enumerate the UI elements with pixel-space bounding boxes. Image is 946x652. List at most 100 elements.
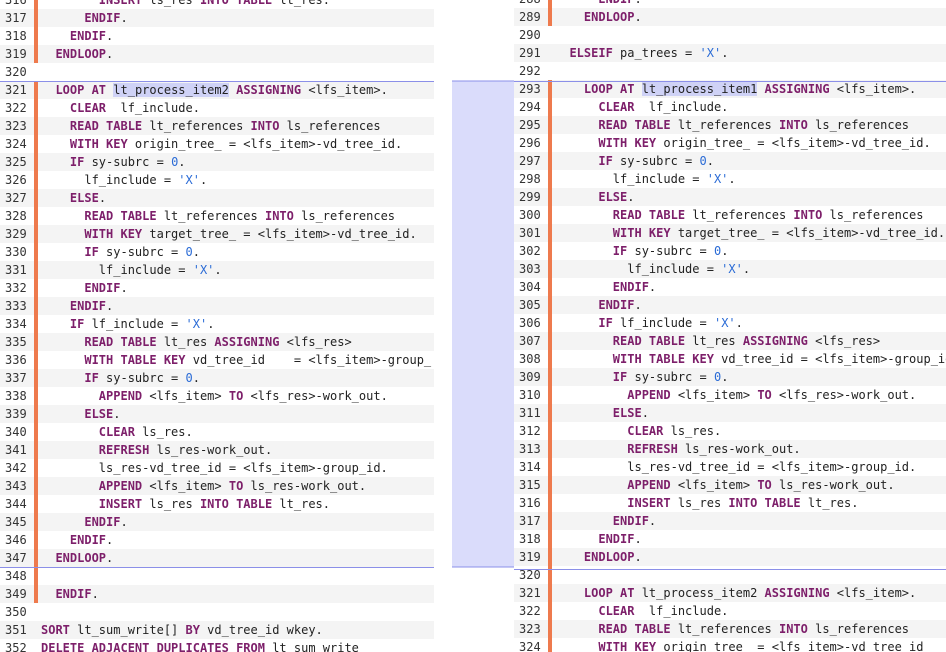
code-line[interactable]: 319 ENDLOOP. bbox=[0, 45, 434, 63]
change-marker bbox=[548, 242, 552, 260]
right-diff-pane[interactable]: 288 ENDIF.289 ENDLOOP.290291 ELSEIF pa_t… bbox=[514, 0, 946, 652]
code-line[interactable]: 290 bbox=[514, 26, 946, 44]
code-line[interactable]: 299 ELSE. bbox=[514, 188, 946, 206]
code-line[interactable]: 323 READ TABLE lt_references INTO ls_ref… bbox=[514, 620, 946, 638]
code-line[interactable]: 317 ENDIF. bbox=[514, 512, 946, 530]
code-line[interactable]: 340 CLEAR ls_res. bbox=[0, 423, 434, 441]
code-text: ENDIF. bbox=[555, 512, 656, 530]
code-line[interactable]: 324 WITH KEY origin_tree_ = <lfs_item>-v… bbox=[514, 638, 946, 652]
code-line[interactable]: 343 APPEND <lfs_item> TO ls_res-work_out… bbox=[0, 477, 434, 495]
change-marker bbox=[548, 638, 552, 652]
code-line[interactable]: 323 READ TABLE lt_references INTO ls_ref… bbox=[0, 117, 434, 135]
code-line[interactable]: 298 lf_include = 'X'. bbox=[514, 170, 946, 188]
code-line[interactable]: 292 bbox=[514, 62, 946, 80]
code-line[interactable]: 305 ENDIF. bbox=[514, 296, 946, 314]
code-line[interactable]: 316 INSERT ls_res INTO TABLE lt_res. bbox=[514, 494, 946, 512]
keyword-token: APPEND bbox=[98, 479, 143, 493]
code-line[interactable]: 345 ENDIF. bbox=[0, 513, 434, 531]
code-line[interactable]: 308 WITH TABLE KEY vd_tree_id = <lfs_ite… bbox=[514, 350, 946, 368]
line-number: 292 bbox=[519, 64, 541, 78]
code-line[interactable]: 331 lf_include = 'X'. bbox=[0, 261, 434, 279]
code-line[interactable]: 296 WITH KEY origin_tree_ = <lfs_item>-v… bbox=[514, 134, 946, 152]
code-line[interactable]: 317 ENDIF. bbox=[0, 9, 434, 27]
code-text: ELSE. bbox=[555, 188, 634, 206]
code-line[interactable]: 324 WITH KEY origin_tree_ = <lfs_item>-v… bbox=[0, 135, 434, 153]
code-line[interactable]: 301 WITH KEY target_tree_ = <lfs_item>-v… bbox=[514, 224, 946, 242]
code-line[interactable]: 307 READ TABLE lt_res ASSIGNING <lfs_res… bbox=[514, 332, 946, 350]
text-token: . bbox=[648, 514, 657, 528]
keyword-token: APPEND bbox=[98, 389, 143, 403]
code-text: INSERT ls_res INTO TABLE lt_res. bbox=[555, 494, 858, 512]
text-token: <lfs_item>. bbox=[301, 83, 388, 97]
code-line[interactable]: 306 IF lf_include = 'X'. bbox=[514, 314, 946, 332]
code-line[interactable]: 312 CLEAR ls_res. bbox=[514, 422, 946, 440]
code-line[interactable]: 309 IF sy-subrc = 0. bbox=[514, 368, 946, 386]
code-line[interactable]: 321 LOOP AT lt_process_item2 ASSIGNING <… bbox=[0, 81, 434, 99]
code-line[interactable]: 300 READ TABLE lt_references INTO ls_ref… bbox=[514, 206, 946, 224]
code-line[interactable]: 336 WITH TABLE KEY vd_tree_id = <lfs_ite… bbox=[0, 351, 434, 369]
code-line[interactable]: 333 ENDIF. bbox=[0, 297, 434, 315]
code-line[interactable]: 332 ENDIF. bbox=[0, 279, 434, 297]
code-line[interactable]: 289 ENDLOOP. bbox=[514, 8, 946, 26]
code-line[interactable]: 302 IF sy-subrc = 0. bbox=[514, 242, 946, 260]
text-token: lt_res. bbox=[272, 497, 330, 511]
code-line[interactable]: 342 ls_res-vd_tree_id = <lfs_item>-group… bbox=[0, 459, 434, 477]
code-line[interactable]: 334 IF lf_include = 'X'. bbox=[0, 315, 434, 333]
code-line[interactable]: 304 ENDIF. bbox=[514, 278, 946, 296]
text-token: . bbox=[634, 550, 642, 564]
change-marker bbox=[548, 494, 552, 512]
code-line[interactable]: 303 lf_include = 'X'. bbox=[514, 260, 946, 278]
code-line[interactable]: 344 INSERT ls_res INTO TABLE lt_res. bbox=[0, 495, 434, 513]
code-line[interactable]: 291 ELSEIF pa_trees = 'X'. bbox=[514, 44, 946, 62]
code-line[interactable]: 348 bbox=[0, 567, 434, 585]
code-line[interactable]: 322 CLEAR lf_include. bbox=[514, 602, 946, 620]
code-line[interactable]: 339 ELSE. bbox=[0, 405, 434, 423]
code-line[interactable]: 315 APPEND <lfs_item> TO ls_res-work_out… bbox=[514, 476, 946, 494]
code-line[interactable]: 314 ls_res-vd_tree_id = <lfs_item>-group… bbox=[514, 458, 946, 476]
code-line[interactable]: 311 ELSE. bbox=[514, 404, 946, 422]
code-line[interactable]: 316 INSERT ls_res INTO TABLE lt_res. bbox=[0, 0, 434, 9]
code-line[interactable]: 295 READ TABLE lt_references INTO ls_ref… bbox=[514, 116, 946, 134]
change-marker bbox=[548, 476, 552, 494]
code-line[interactable]: 313 REFRESH ls_res-work_out. bbox=[514, 440, 946, 458]
code-line[interactable]: 320 bbox=[0, 63, 434, 81]
code-line[interactable]: 325 IF sy-subrc = 0. bbox=[0, 153, 434, 171]
code-line[interactable]: 310 APPEND <lfs_item> TO <lfs_res>-work_… bbox=[514, 386, 946, 404]
code-text: READ TABLE lt_references INTO ls_referen… bbox=[555, 206, 924, 224]
text-token: origin_tree_ = <lfs_item>-vd_tree_id bbox=[656, 640, 924, 652]
change-marker bbox=[34, 189, 38, 207]
code-line[interactable]: 329 WITH KEY target_tree_ = <lfs_item>-v… bbox=[0, 225, 434, 243]
code-line[interactable]: 337 IF sy-subrc = 0. bbox=[0, 369, 434, 387]
code-line[interactable]: 328 READ TABLE lt_references INTO ls_ref… bbox=[0, 207, 434, 225]
code-line[interactable]: 326 lf_include = 'X'. bbox=[0, 171, 434, 189]
code-line[interactable]: 297 IF sy-subrc = 0. bbox=[514, 152, 946, 170]
code-line[interactable]: 288 ENDIF. bbox=[514, 0, 946, 8]
code-line[interactable]: 352 DELETE ADJACENT DUPLICATES FROM lt_su… bbox=[0, 639, 434, 652]
code-line[interactable]: 350 bbox=[0, 603, 434, 621]
code-line[interactable]: 338 APPEND <lfs_item> TO <lfs_res>-work_… bbox=[0, 387, 434, 405]
code-line[interactable]: 294 CLEAR lf_include. bbox=[514, 98, 946, 116]
text-token: . bbox=[106, 299, 114, 313]
code-line[interactable]: 349 ENDIF. bbox=[0, 585, 434, 603]
code-line[interactable]: 327 ELSE. bbox=[0, 189, 434, 207]
code-line[interactable]: 351 SORT lt_sum_write[] BY vd_tree_id wke… bbox=[0, 621, 434, 639]
code-line[interactable]: 335 READ TABLE lt_res ASSIGNING <lfs_res… bbox=[0, 333, 434, 351]
code-line[interactable]: 319 ENDLOOP. bbox=[514, 548, 946, 566]
code-line[interactable]: 346 ENDIF. bbox=[0, 531, 434, 549]
code-line[interactable]: 321 LOOP AT lt_process_item2 ASSIGNING <… bbox=[514, 584, 946, 602]
code-line[interactable]: 341 REFRESH ls_res-work_out. bbox=[0, 441, 434, 459]
code-text: ENDIF. bbox=[41, 531, 113, 549]
keyword-token: ENDIF bbox=[598, 0, 634, 6]
code-line[interactable]: 322 CLEAR lf_include. bbox=[0, 99, 434, 117]
left-diff-pane[interactable]: 316 INSERT ls_res INTO TABLE lt_res. 317 … bbox=[0, 0, 434, 652]
code-line[interactable]: 293 LOOP AT lt_process_item1 ASSIGNING <… bbox=[514, 80, 946, 98]
code-line[interactable]: 318 ENDIF. bbox=[0, 27, 434, 45]
code-line[interactable]: 318 ENDIF. bbox=[514, 530, 946, 548]
code-line[interactable]: 330 IF sy-subrc = 0. bbox=[0, 243, 434, 261]
code-line[interactable]: 347 ENDLOOP. bbox=[0, 549, 434, 567]
